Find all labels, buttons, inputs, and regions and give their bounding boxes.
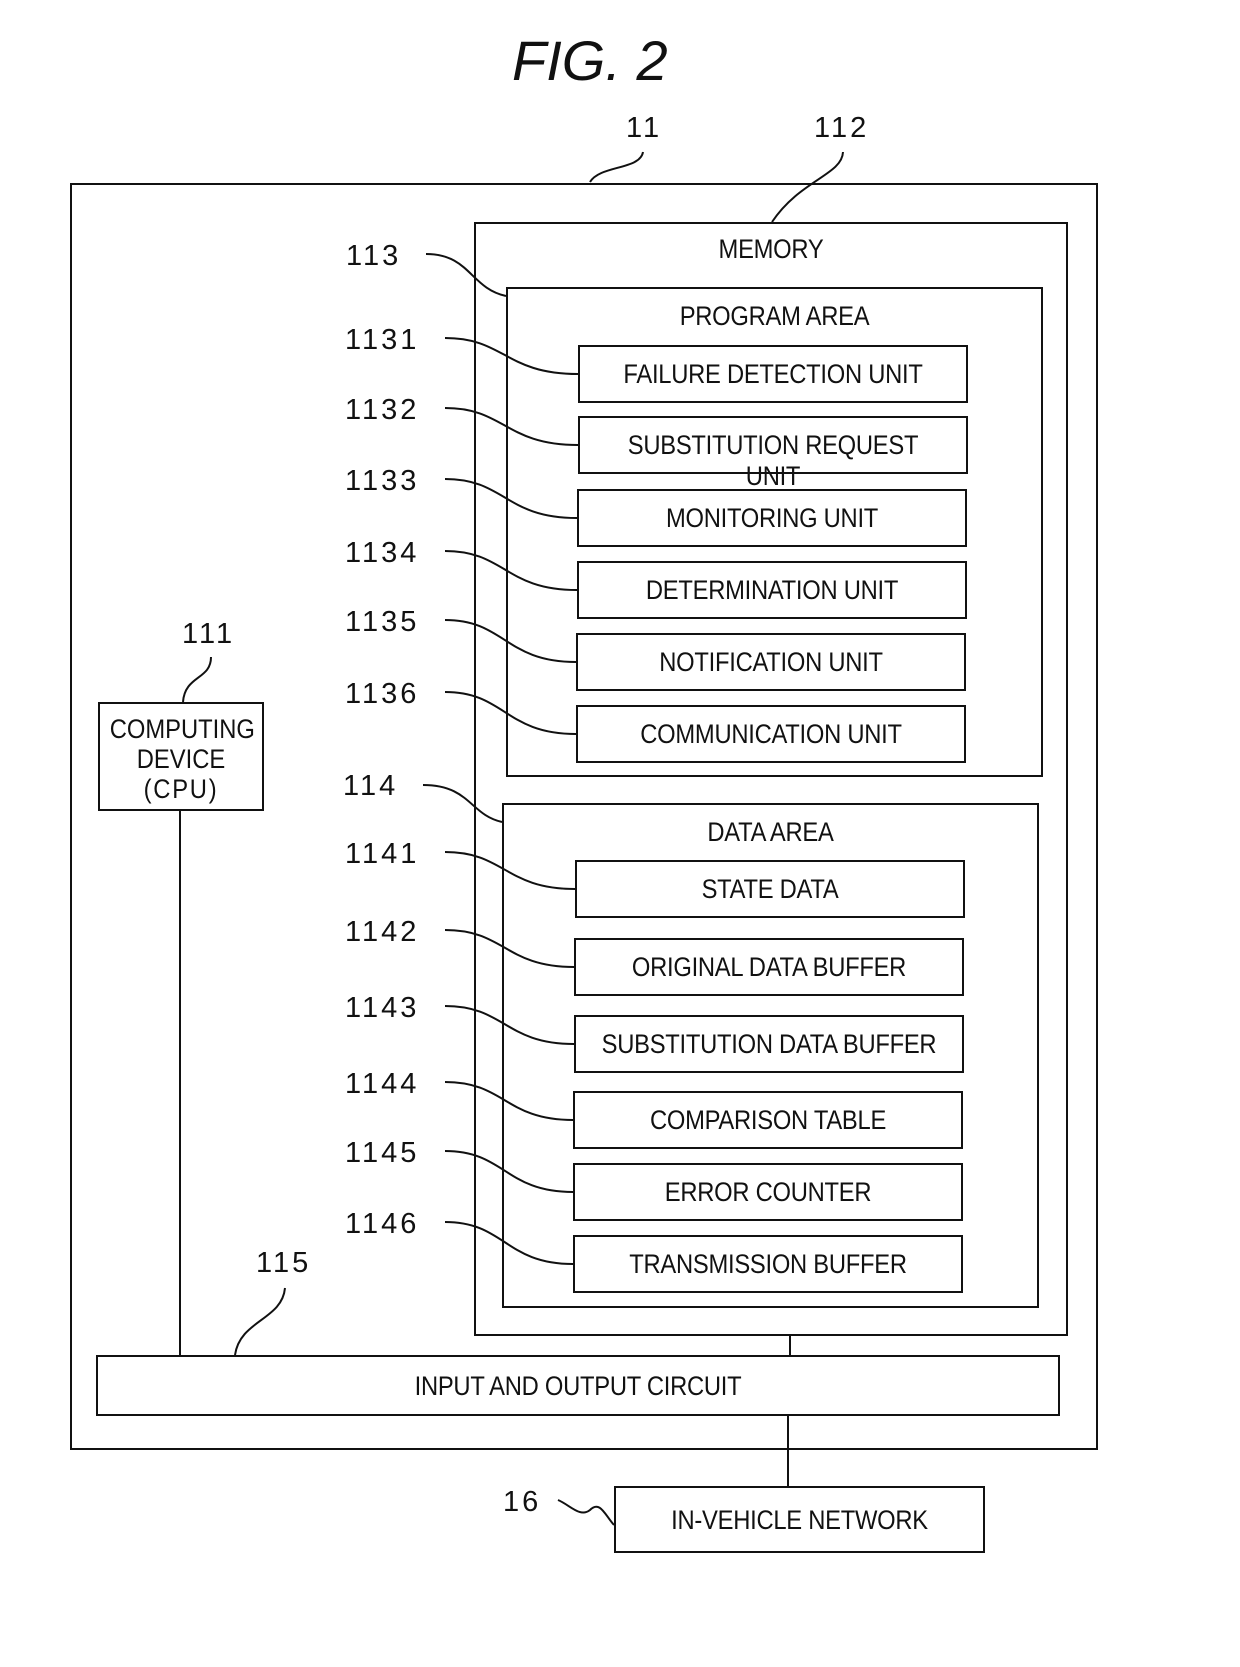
leader-network xyxy=(557,1499,615,1526)
program-unit-label: NOTIFICATION UNIT xyxy=(659,647,883,677)
data-item-label: ERROR COUNTER xyxy=(664,1177,872,1207)
ref-data-item: 1141 xyxy=(345,838,420,870)
data-item-label: STATE DATA xyxy=(701,874,839,904)
ref-data-item: 1144 xyxy=(345,1068,420,1100)
ref-program-unit: 1133 xyxy=(345,465,420,497)
data-area-label: DATA AREA xyxy=(707,817,834,847)
program-unit-box: SUBSTITUTION REQUEST UNIT xyxy=(578,416,968,491)
data-item-box: STATE DATA xyxy=(575,860,965,918)
ref-io-circuit: 115 xyxy=(256,1247,312,1279)
data-item-box: COMPARISON TABLE xyxy=(573,1091,963,1149)
program-unit-box: NOTIFICATION UNIT xyxy=(576,633,966,691)
ref-network: 16 xyxy=(503,1486,542,1518)
cpu-box: COMPUTING DEVICE (CPU) xyxy=(98,702,264,811)
ref-program-unit: 1135 xyxy=(345,606,420,638)
ref-data-item: 1143 xyxy=(345,992,420,1024)
data-item-label: ORIGINAL DATA BUFFER xyxy=(631,952,907,982)
cpu-label-line-1: COMPUTING xyxy=(109,714,255,744)
network-label: IN-VEHICLE NETWORK xyxy=(671,1505,928,1535)
io-circuit-label: INPUT AND OUTPUT CIRCUIT xyxy=(414,1371,742,1401)
data-item-box: ERROR COUNTER xyxy=(573,1163,963,1221)
ref-program-area: 113 xyxy=(346,240,402,272)
ref-program-unit: 1136 xyxy=(345,678,420,710)
program-unit-box: COMMUNICATION UNIT xyxy=(576,705,966,763)
io-circuit-box: INPUT AND OUTPUT CIRCUIT xyxy=(96,1355,1060,1416)
ref-data-item: 1142 xyxy=(345,916,420,948)
data-item-label: TRANSMISSION BUFFER xyxy=(629,1249,907,1279)
program-unit-box: FAILURE DETECTION UNIT xyxy=(578,345,968,403)
ref-program-unit: 1132 xyxy=(345,394,420,426)
ref-data-item: 1145 xyxy=(345,1137,420,1169)
ref-cpu: 111 xyxy=(182,618,236,650)
leader-ecu xyxy=(589,151,644,183)
ref-program-unit: 1131 xyxy=(345,324,420,356)
data-item-box: TRANSMISSION BUFFER xyxy=(573,1235,963,1293)
program-unit-label: COMMUNICATION UNIT xyxy=(640,719,902,749)
data-item-box: ORIGINAL DATA BUFFER xyxy=(574,938,964,996)
cpu-label-line-2: DEVICE xyxy=(136,744,226,774)
cpu-label: COMPUTING DEVICE (CPU) xyxy=(109,714,255,804)
program-unit-label: MONITORING UNIT xyxy=(665,503,879,533)
data-item-label: SUBSTITUTION DATA BUFFER xyxy=(601,1029,937,1059)
ref-memory: 112 xyxy=(814,112,870,144)
program-unit-label: DETERMINATION UNIT xyxy=(645,575,899,605)
program-area-label: PROGRAM AREA xyxy=(679,301,870,331)
network-box: IN-VEHICLE NETWORK xyxy=(614,1486,985,1553)
program-unit-box: DETERMINATION UNIT xyxy=(577,561,967,619)
ref-data-item: 1146 xyxy=(345,1208,420,1240)
diagram-stage: FIG. 2 11 112 MEMORY 113 PROGRAM AREA 11… xyxy=(0,0,1240,1667)
figure-title: FIG. 2 xyxy=(512,29,668,92)
ref-data-area: 114 xyxy=(343,770,399,802)
memory-label: MEMORY xyxy=(718,234,824,264)
program-unit-label: FAILURE DETECTION UNIT xyxy=(623,359,923,389)
ref-ecu: 11 xyxy=(626,112,663,144)
data-item-label: COMPARISON TABLE xyxy=(649,1105,887,1135)
data-item-box: SUBSTITUTION DATA BUFFER xyxy=(574,1015,964,1073)
ref-program-unit: 1134 xyxy=(345,537,420,569)
program-unit-box: MONITORING UNIT xyxy=(577,489,967,547)
cpu-label-line-3: (CPU) xyxy=(143,774,219,804)
program-unit-label: SUBSTITUTION REQUEST UNIT xyxy=(627,430,919,491)
